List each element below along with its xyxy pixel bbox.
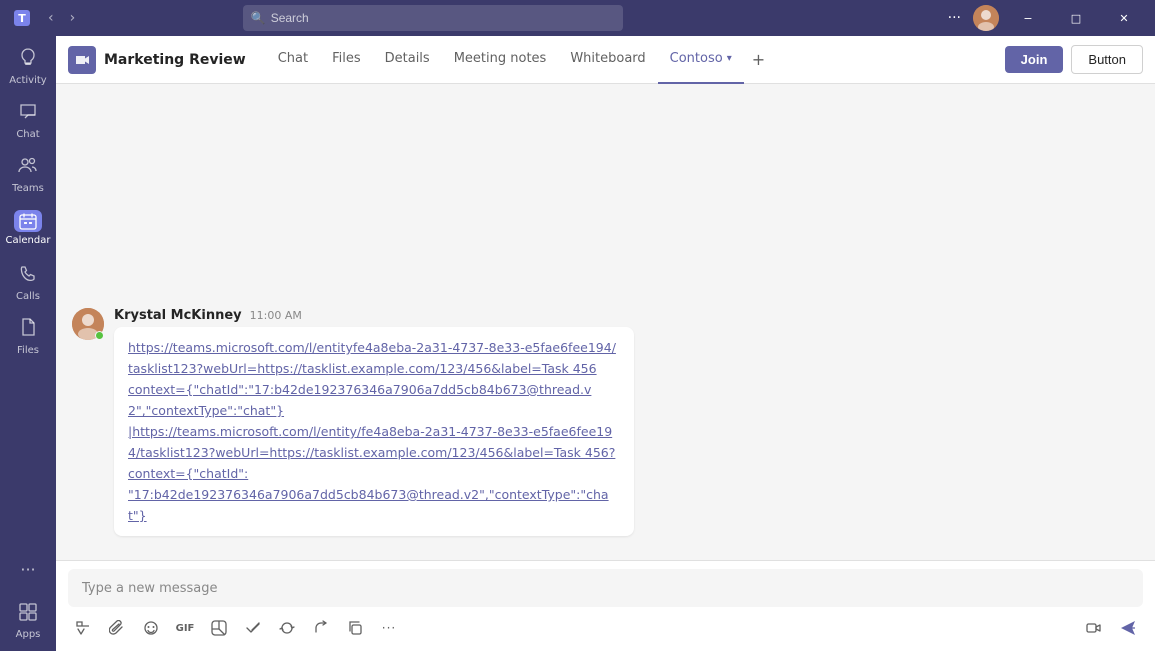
more-options-button[interactable]: ··· [942, 8, 967, 28]
sidebar-item-apps[interactable]: Apps [4, 595, 52, 647]
attach-tool[interactable] [102, 613, 132, 643]
sidebar-item-chat-label: Chat [16, 129, 39, 140]
message-group: Krystal McKinney 11:00 AM https://teams.… [72, 308, 1139, 536]
avatar [72, 308, 104, 340]
tab-chat[interactable]: Chat [266, 36, 320, 84]
meeting-icon [68, 46, 96, 74]
search-bar: 🔍 [243, 5, 623, 31]
nav-back[interactable]: ‹ [44, 8, 58, 28]
calls-icon [18, 263, 38, 288]
svg-text:T: T [18, 12, 26, 25]
title-bar-right: ··· − □ ✕ [942, 0, 1147, 36]
message-meta: Krystal McKinney 11:00 AM [114, 308, 1139, 323]
calendar-icon-wrap [14, 210, 42, 232]
sidebar-item-files[interactable]: Files [4, 310, 52, 362]
maximize-button[interactable]: □ [1053, 0, 1099, 36]
sidebar-item-activity-label: Activity [9, 75, 46, 86]
copy-tool[interactable] [340, 613, 370, 643]
compose-area: Type a new message GIF [56, 560, 1155, 651]
meeting-header: Marketing Review Chat Files Details Meet… [56, 36, 1155, 84]
compose-placeholder: Type a new message [82, 581, 218, 596]
meeting-header-actions: Join Button [1005, 45, 1143, 74]
meeting-tabs: Chat Files Details Meeting notes Whitebo… [266, 36, 773, 83]
message-link-2[interactable]: |https://teams.microsoft.com/l/entity/fe… [128, 424, 615, 523]
add-tab-button[interactable]: + [744, 36, 773, 84]
sidebar-item-teams[interactable]: Teams [4, 148, 52, 200]
window-controls: − □ ✕ [1005, 0, 1147, 36]
sidebar: Activity Chat Teams Calendar Calls [0, 36, 56, 651]
content-area: Marketing Review Chat Files Details Meet… [56, 36, 1155, 651]
compose-toolbar: GIF [68, 613, 1143, 643]
message-bubble: https://teams.microsoft.com/l/entityfe4a… [114, 327, 634, 536]
sidebar-item-files-label: Files [17, 345, 39, 356]
sidebar-item-calendar-label: Calendar [6, 235, 51, 246]
title-bar: T ‹ › 🔍 ··· − □ ✕ [0, 0, 1155, 36]
online-indicator [95, 331, 104, 340]
tab-details[interactable]: Details [373, 36, 442, 84]
message-link-1[interactable]: https://teams.microsoft.com/l/entityfe4a… [128, 340, 616, 418]
schedule-send-tool[interactable] [238, 613, 268, 643]
avatar[interactable] [973, 5, 999, 31]
close-button[interactable]: ✕ [1101, 0, 1147, 36]
sidebar-more-button[interactable]: ··· [4, 545, 52, 593]
apps-icon [18, 602, 38, 626]
nav-forward[interactable]: › [66, 8, 80, 28]
emoji-tool[interactable] [136, 613, 166, 643]
teams-icon [18, 155, 38, 180]
search-icon: 🔍 [251, 11, 266, 25]
sidebar-item-calendar[interactable]: Calendar [4, 202, 52, 254]
video-message-tool[interactable] [1079, 613, 1109, 643]
sidebar-item-calls-label: Calls [16, 291, 40, 302]
sidebar-item-chat[interactable]: Chat [4, 94, 52, 146]
sidebar-item-teams-label: Teams [12, 183, 44, 194]
minimize-button[interactable]: − [1005, 0, 1051, 36]
tab-files[interactable]: Files [320, 36, 373, 84]
search-input[interactable] [243, 5, 623, 31]
message-time: 11:00 AM [250, 309, 302, 322]
sticker-tool[interactable] [204, 613, 234, 643]
compose-input[interactable]: Type a new message [68, 569, 1143, 607]
forward-tool[interactable] [306, 613, 336, 643]
chat-area: Krystal McKinney 11:00 AM https://teams.… [56, 84, 1155, 560]
tab-contoso[interactable]: Contoso ▾ [658, 36, 744, 84]
send-button[interactable] [1113, 613, 1143, 643]
files-icon [18, 317, 38, 342]
generic-button[interactable]: Button [1071, 45, 1143, 74]
chat-icon [18, 101, 38, 126]
message-author: Krystal McKinney [114, 308, 242, 323]
more-compose-tool[interactable]: ··· [374, 613, 404, 643]
app-layout: Activity Chat Teams Calendar Calls [0, 36, 1155, 651]
tab-whiteboard[interactable]: Whiteboard [558, 36, 657, 84]
teams-logo: T [8, 4, 36, 32]
sidebar-item-activity[interactable]: Activity [4, 40, 52, 92]
join-button[interactable]: Join [1005, 46, 1064, 73]
format-tool[interactable] [68, 613, 98, 643]
sidebar-item-calls[interactable]: Calls [4, 256, 52, 308]
sidebar-apps-label: Apps [16, 629, 41, 640]
contoso-chevron-icon: ▾ [727, 53, 732, 64]
gif-tool[interactable]: GIF [170, 613, 200, 643]
compose-right-tools [1079, 613, 1143, 643]
loop-tool[interactable] [272, 613, 302, 643]
activity-icon [18, 47, 38, 72]
meeting-title: Marketing Review [104, 52, 246, 68]
message-content: Krystal McKinney 11:00 AM https://teams.… [114, 308, 1139, 536]
tab-meeting-notes[interactable]: Meeting notes [442, 36, 559, 84]
